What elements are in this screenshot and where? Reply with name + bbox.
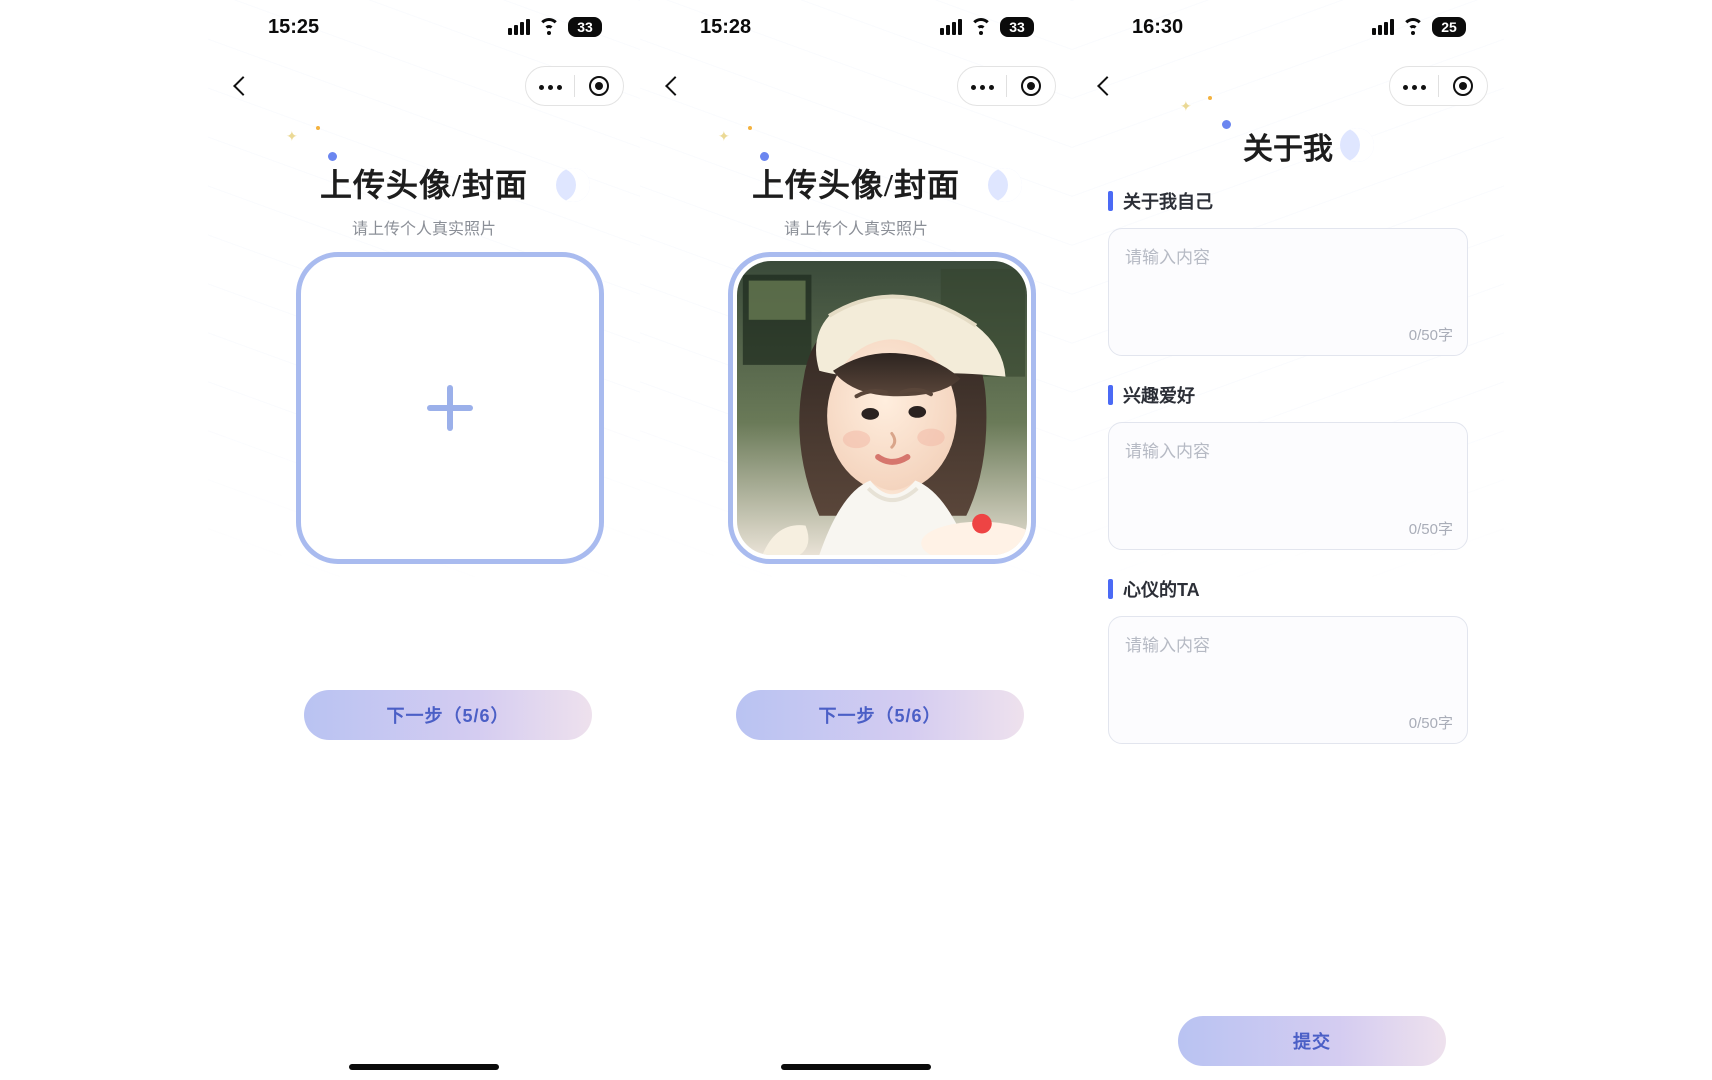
nav-bar: [1072, 62, 1504, 110]
miniapp-capsule: [1389, 66, 1488, 106]
miniapp-capsule: [525, 66, 624, 106]
page-title: 关于我: [1072, 124, 1504, 168]
status-right: 33: [508, 17, 602, 37]
clock: 15:25: [268, 16, 319, 39]
section-label: 心仪的TA: [1123, 576, 1200, 602]
nav-bar: [640, 62, 1072, 110]
more-icon: [537, 77, 564, 95]
clock: 16:30: [1132, 16, 1183, 39]
capsule-menu-button[interactable]: [526, 67, 574, 105]
section-ideal: 心仪的TA 请输入内容 0/50字: [1108, 576, 1468, 744]
submit-button-label: 提交: [1293, 1028, 1331, 1054]
back-button[interactable]: [233, 76, 253, 96]
wifi-icon: [538, 19, 560, 35]
section-label: 兴趣爱好: [1123, 382, 1195, 408]
next-button[interactable]: 下一步（5/6）: [304, 690, 592, 740]
home-indicator: [781, 1064, 931, 1070]
page-subtitle: 请上传个人真实照片: [640, 215, 1072, 239]
accent-bar: [1108, 191, 1113, 211]
section-label: 关于我自己: [1123, 188, 1213, 214]
submit-button[interactable]: 提交: [1178, 1016, 1446, 1066]
more-icon: [969, 77, 996, 95]
capsule-close-button[interactable]: [1439, 67, 1487, 105]
ideal-textarea[interactable]: 请输入内容 0/50字: [1108, 616, 1468, 744]
sparkle-icon: ✦: [718, 128, 730, 145]
page-title: 上传头像/封面: [208, 160, 640, 206]
capsule-close-button[interactable]: [575, 67, 623, 105]
battery-badge: 25: [1432, 17, 1466, 37]
section-heading: 兴趣爱好: [1108, 382, 1468, 408]
clock: 15:28: [700, 16, 751, 39]
more-icon: [1401, 77, 1428, 95]
page-title: 上传头像/封面: [640, 160, 1072, 206]
section-heading: 关于我自己: [1108, 188, 1468, 214]
capsule-menu-button[interactable]: [958, 67, 1006, 105]
upload-box[interactable]: [296, 252, 604, 564]
section-hobby: 兴趣爱好 请输入内容 0/50字: [1108, 382, 1468, 550]
target-icon: [589, 76, 609, 96]
dot-decoration: [748, 126, 752, 130]
upload-box-filled[interactable]: [728, 252, 1036, 564]
status-right: 25: [1372, 17, 1466, 37]
status-bar: 15:28 33: [640, 0, 1072, 54]
capsule-menu-button[interactable]: [1390, 67, 1438, 105]
section-about: 关于我自己 请输入内容 0/50字: [1108, 188, 1468, 356]
battery-badge: 33: [568, 17, 602, 37]
status-bar: 16:30 25: [1072, 0, 1504, 54]
back-button[interactable]: [665, 76, 685, 96]
status-bar: 15:25 33: [208, 0, 640, 54]
about-textarea[interactable]: 请输入内容 0/50字: [1108, 228, 1468, 356]
cellular-icon: [940, 19, 962, 35]
next-button-label: 下一步（5/6）: [818, 702, 941, 728]
plus-icon: [427, 385, 473, 431]
nav-bar: [208, 62, 640, 110]
target-icon: [1021, 76, 1041, 96]
next-button[interactable]: 下一步（5/6）: [736, 690, 1024, 740]
accent-bar: [1108, 579, 1113, 599]
placeholder: 请输入内容: [1125, 442, 1210, 461]
screen-upload-filled: ✦ 15:28 33 上传头像/封面 请上传个人真实照片: [640, 0, 1072, 1080]
screen-upload-empty: ✦ 15:25 33 上传头像/封面 请上传个人真实照片 下一步（5/6）: [208, 0, 640, 1080]
uploaded-photo: [737, 261, 1027, 555]
next-button-label: 下一步（5/6）: [386, 702, 509, 728]
status-right: 33: [940, 17, 1034, 37]
capsule-close-button[interactable]: [1007, 67, 1055, 105]
screen-about-me: ✦ 16:30 25 关于我 关于我自己 请输入内容 0/50字: [1072, 0, 1504, 1080]
char-counter: 0/50字: [1409, 712, 1453, 733]
char-counter: 0/50字: [1409, 518, 1453, 539]
battery-badge: 33: [1000, 17, 1034, 37]
sparkle-icon: ✦: [286, 128, 298, 145]
accent-bar: [1108, 385, 1113, 405]
wifi-icon: [970, 19, 992, 35]
miniapp-capsule: [957, 66, 1056, 106]
cellular-icon: [1372, 19, 1394, 35]
back-button[interactable]: [1097, 76, 1117, 96]
dot-decoration: [316, 126, 320, 130]
home-indicator: [349, 1064, 499, 1070]
target-icon: [1453, 76, 1473, 96]
page-subtitle: 请上传个人真实照片: [208, 215, 640, 239]
about-form: 关于我自己 请输入内容 0/50字 兴趣爱好 请输入内容 0/50字 心仪的TA: [1108, 188, 1468, 770]
char-counter: 0/50字: [1409, 324, 1453, 345]
cellular-icon: [508, 19, 530, 35]
wifi-icon: [1402, 19, 1424, 35]
placeholder: 请输入内容: [1125, 636, 1210, 655]
hobby-textarea[interactable]: 请输入内容 0/50字: [1108, 422, 1468, 550]
section-heading: 心仪的TA: [1108, 576, 1468, 602]
placeholder: 请输入内容: [1125, 248, 1210, 267]
